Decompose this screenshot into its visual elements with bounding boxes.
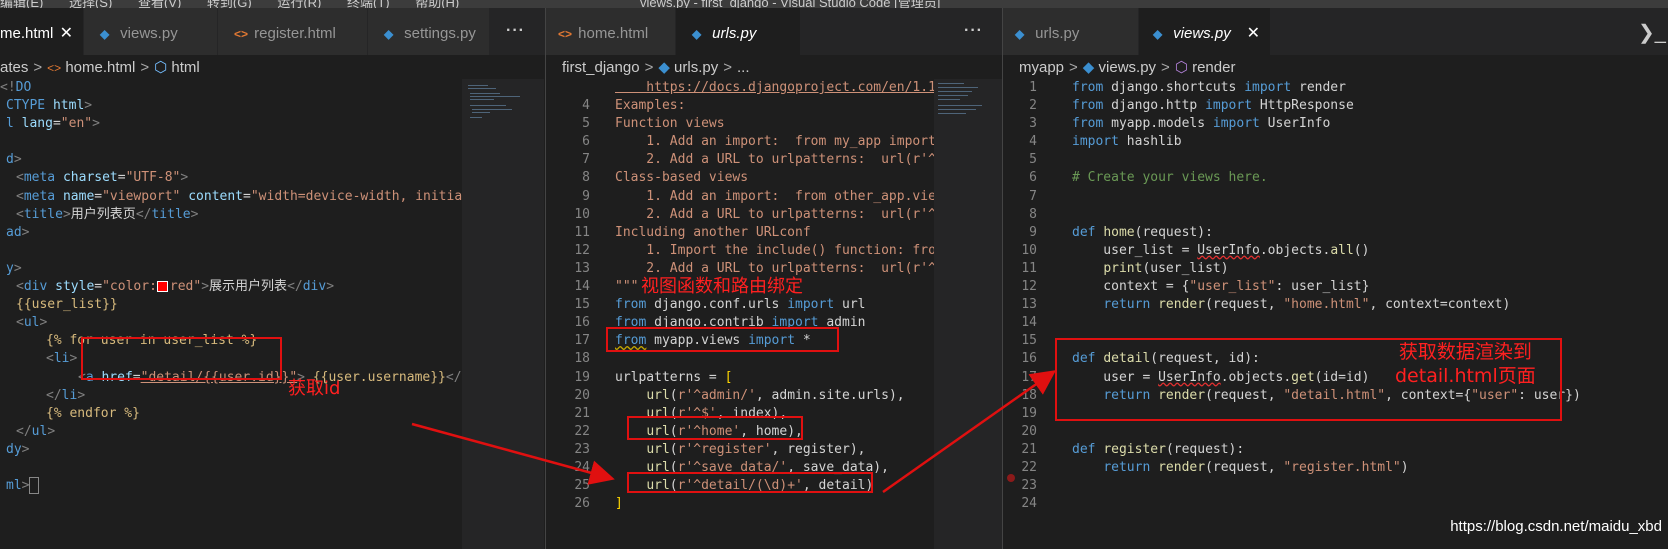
arrow-href-to-detail-url: [411, 422, 615, 485]
annotation-arrows: [411, 370, 1057, 494]
watermark: https://blog.csdn.net/maidu_xbd: [1450, 518, 1662, 535]
arrow-detail-url-to-view: [882, 370, 1057, 494]
